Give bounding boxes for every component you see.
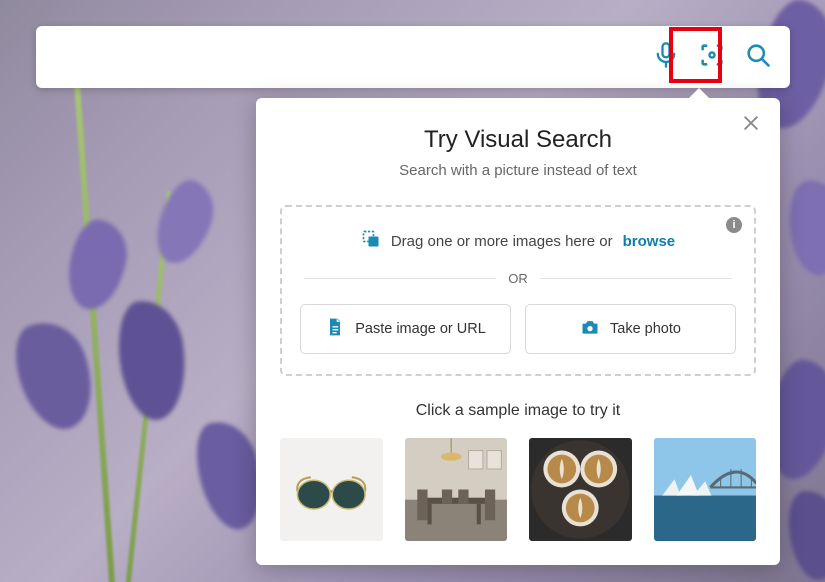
close-button[interactable]	[736, 110, 766, 140]
sample-image-harbour-bridge[interactable]	[654, 438, 757, 541]
popover-subtitle: Search with a picture instead of text	[280, 162, 756, 179]
sample-images-label: Click a sample image to try it	[280, 402, 756, 420]
sample-image-latte-art[interactable]	[529, 438, 632, 541]
browse-link[interactable]: browse	[623, 233, 676, 250]
camera-lens-icon	[698, 41, 726, 74]
visual-search-button[interactable]	[694, 39, 730, 75]
image-stack-icon	[361, 229, 381, 253]
visual-search-popover: Try Visual Search Search with a picture …	[256, 98, 780, 565]
sample-image-dining-room[interactable]	[405, 438, 508, 541]
info-button[interactable]: i	[726, 217, 742, 233]
search-bar	[36, 26, 790, 88]
paste-icon	[325, 317, 345, 341]
info-icon: i	[732, 219, 735, 231]
or-label: OR	[508, 271, 528, 286]
search-button[interactable]	[740, 39, 776, 75]
or-divider: OR	[304, 271, 732, 286]
popover-title: Try Visual Search	[280, 126, 756, 154]
image-dropzone[interactable]: i Drag one or more images here or browse…	[280, 205, 756, 376]
photo-label: Take photo	[610, 321, 681, 337]
voice-search-button[interactable]	[648, 39, 684, 75]
take-photo-button[interactable]: Take photo	[525, 304, 736, 354]
paste-label: Paste image or URL	[355, 321, 486, 337]
paste-image-button[interactable]: Paste image or URL	[300, 304, 511, 354]
sample-images-row	[280, 438, 756, 541]
close-icon	[741, 113, 761, 138]
microphone-icon	[652, 41, 680, 74]
camera-icon	[580, 317, 600, 341]
search-icon	[744, 41, 772, 74]
sample-image-sunglasses[interactable]	[280, 438, 383, 541]
drag-text: Drag one or more images here or	[391, 233, 613, 250]
search-input[interactable]	[56, 47, 648, 68]
